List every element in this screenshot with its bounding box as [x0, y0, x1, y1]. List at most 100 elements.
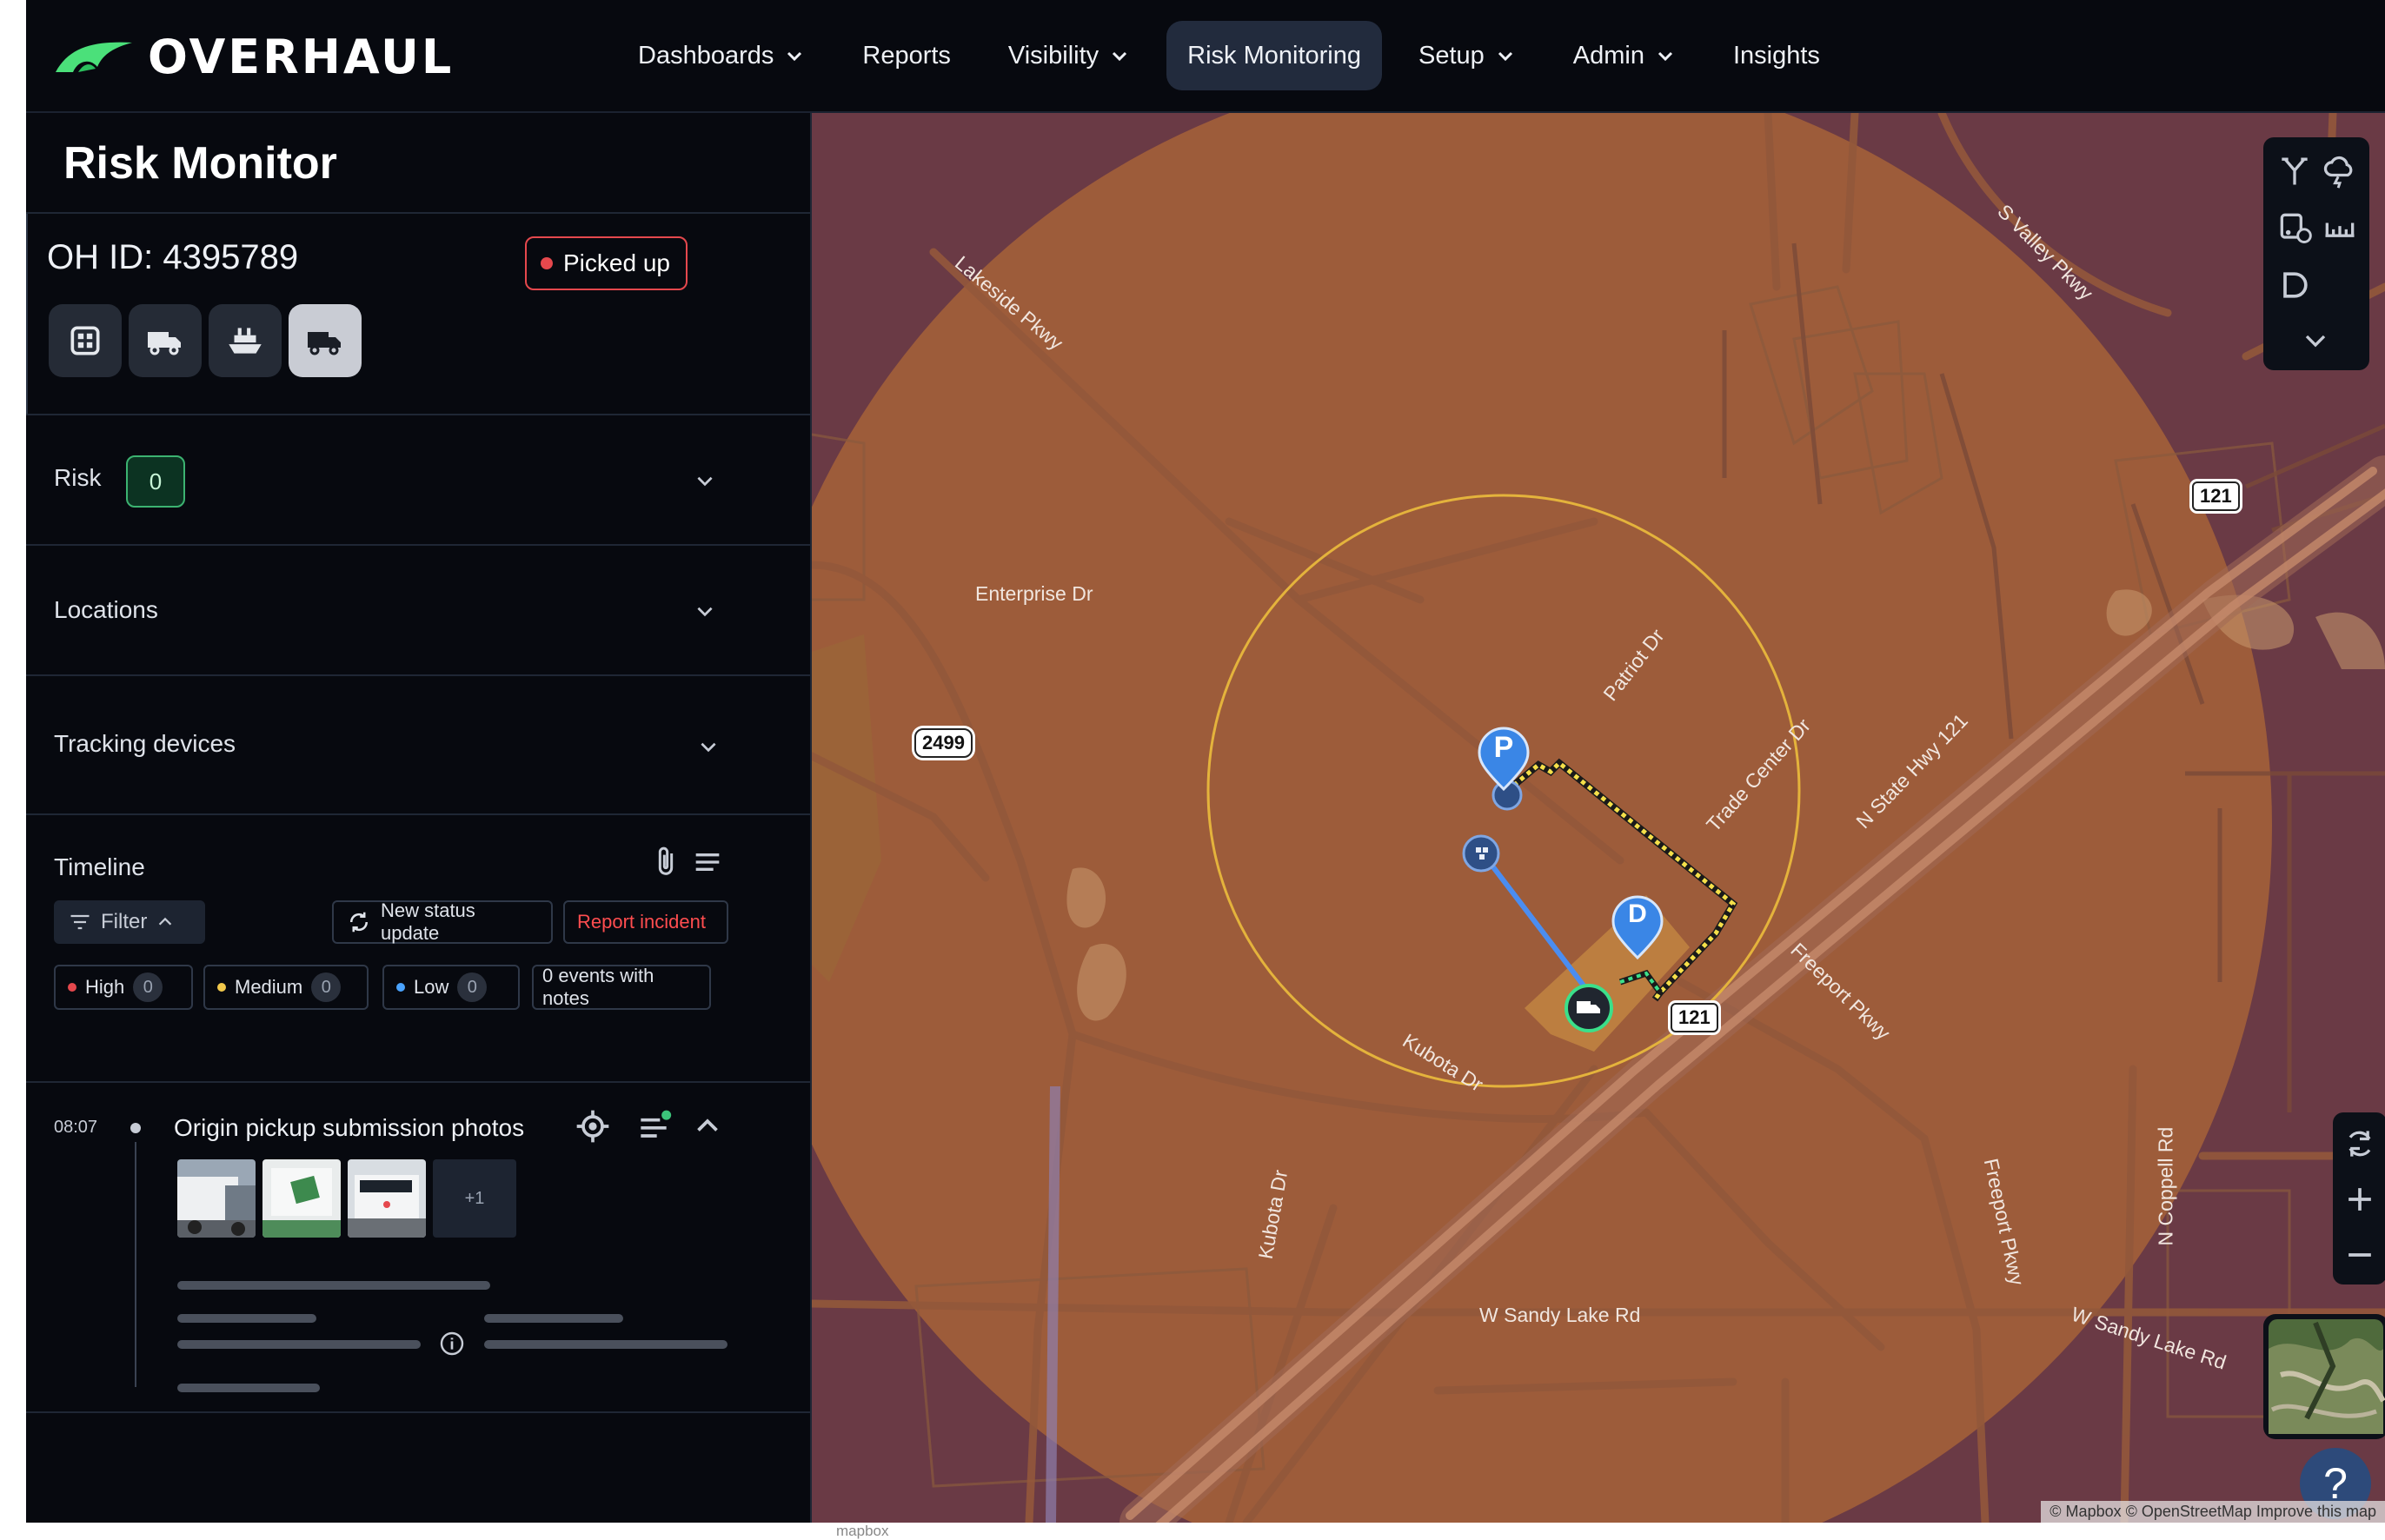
app-root: OVERHAUL Dashboards Reports Visibility Risk…	[26, 0, 2385, 1523]
street-label: N Coppell Rd	[2154, 1126, 2177, 1246]
loading-placeholder	[177, 1314, 316, 1323]
brand-name: OVERHAUL	[148, 29, 455, 84]
nav-item-visibility[interactable]: Visibility	[987, 21, 1151, 90]
locate-icon[interactable]	[574, 1107, 612, 1145]
photo-thumbnail[interactable]	[348, 1159, 426, 1238]
nav-item-setup[interactable]: Setup	[1398, 21, 1537, 90]
photo-thumbnail[interactable]	[177, 1159, 256, 1238]
ruler-icon[interactable]	[2321, 209, 2359, 247]
new-status-update-label: New status update	[380, 899, 475, 944]
locations-label: Locations	[54, 596, 158, 623]
risk-label: Risk	[54, 464, 102, 491]
risk-count-badge: 0	[126, 455, 185, 508]
risk-map[interactable]: P D Lakeside Pkwy Enterprise Dr S Valley…	[812, 113, 2385, 1523]
nav-item-insights[interactable]: Insights	[1712, 21, 1841, 90]
photo-thumbnail[interactable]	[262, 1159, 341, 1238]
highway-121-shield: 121	[1671, 1003, 1718, 1032]
nav-item-dashboards[interactable]: Dashboards	[617, 21, 826, 90]
severity-label: Medium	[235, 976, 303, 998]
chevron-down-icon[interactable]	[694, 469, 716, 492]
info-icon[interactable]	[438, 1330, 466, 1357]
severity-count: 0	[311, 972, 342, 1002]
truck-active-mode-button[interactable]	[289, 304, 362, 377]
severity-label: Low	[414, 976, 449, 998]
nav-item-label: Visibility	[1007, 41, 1099, 70]
nav-item-admin[interactable]: Admin	[1552, 21, 1697, 90]
timeline-title: Timeline	[54, 853, 145, 880]
main-nav: Dashboards Reports Visibility Risk Monitori…	[617, 21, 1857, 90]
severity-medium-chip[interactable]: Medium 0	[203, 965, 369, 1010]
truck-mode-button[interactable]	[129, 304, 202, 377]
overview-grid-button[interactable]	[49, 304, 122, 377]
divider	[26, 1081, 810, 1083]
report-incident-button[interactable]: Report incident	[563, 900, 728, 944]
street-label: W Sandy Lake Rd	[1479, 1304, 1641, 1326]
tracking-devices-section[interactable]: Tracking devices	[26, 676, 810, 807]
fm-2499-shield: 2499	[914, 728, 973, 758]
tracking-devices-label: Tracking devices	[54, 730, 236, 757]
trailer-photo-image	[262, 1159, 341, 1238]
risk-section[interactable]: Risk 0	[26, 415, 810, 546]
nav-item-label: Admin	[1572, 41, 1644, 70]
loading-placeholder	[484, 1340, 727, 1349]
status-badge[interactable]: Picked up	[525, 236, 688, 290]
photo-thumbnails: +1	[177, 1159, 516, 1238]
notes-icon[interactable]	[634, 1107, 673, 1145]
attachment-icon[interactable]	[648, 845, 683, 880]
route-fork-icon[interactable]	[2275, 151, 2314, 189]
nav-item-label: Setup	[1418, 41, 1485, 70]
zoom-out-icon[interactable]	[2341, 1236, 2379, 1274]
risk-monitor-panel: Risk Monitor OH ID: 4395789 Picked up Ri…	[26, 113, 812, 1523]
refresh-icon	[349, 912, 368, 933]
brand-logo[interactable]: OVERHAUL	[52, 26, 454, 87]
zoom-in-icon[interactable]	[2341, 1180, 2379, 1218]
chevron-down-icon[interactable]	[697, 735, 720, 758]
pickup-marker[interactable]: P	[1491, 731, 1517, 765]
status-dot	[541, 257, 553, 269]
list-icon[interactable]	[690, 845, 725, 880]
reset-view-icon[interactable]	[2341, 1125, 2379, 1163]
severity-label: High	[85, 976, 125, 998]
waypoint-icon	[1462, 834, 1500, 873]
severity-count: 0	[457, 972, 488, 1002]
delivery-layer-icon[interactable]	[2275, 266, 2314, 304]
severity-low-chip[interactable]: Low 0	[382, 965, 520, 1010]
filter-button[interactable]: Filter	[54, 900, 205, 944]
medium-dot	[217, 983, 226, 992]
weather-storm-icon[interactable]	[2321, 151, 2359, 189]
satellite-toggle[interactable]	[2263, 1314, 2385, 1439]
mapbox-logo: mapbox	[836, 1523, 889, 1539]
chevron-down-icon[interactable]	[694, 600, 716, 622]
ship-mode-button[interactable]	[209, 304, 282, 377]
transport-mode-buttons	[49, 304, 362, 377]
page-title: Risk Monitor	[63, 138, 337, 189]
chevron-down-icon	[1498, 51, 1512, 62]
truck-photo-image	[177, 1159, 256, 1238]
locations-section[interactable]: Locations	[26, 546, 810, 676]
divider	[26, 1411, 810, 1413]
severity-high-chip[interactable]: High 0	[54, 965, 193, 1010]
street-label: Enterprise Dr	[975, 582, 1093, 605]
traffic-icon[interactable]	[2275, 209, 2314, 247]
delivery-marker[interactable]: D	[1624, 899, 1651, 929]
timeline-event: 08:07 Origin pickup submission photos +1	[26, 1086, 810, 1417]
nav-item-label: Reports	[862, 41, 951, 70]
events-with-notes-label: 0 events with notes	[542, 965, 654, 1009]
ship-icon	[229, 328, 262, 354]
filter-icon	[70, 914, 90, 930]
event-time: 08:07	[54, 1118, 98, 1137]
chevron-up-icon[interactable]	[692, 1111, 723, 1142]
nav-item-reports[interactable]: Reports	[841, 21, 972, 90]
high-dot	[68, 983, 76, 992]
nav-item-risk-monitoring[interactable]: Risk Monitoring	[1166, 21, 1382, 90]
report-incident-label: Report incident	[577, 911, 706, 933]
timeline-dot	[130, 1123, 141, 1133]
more-photos-button[interactable]: +1	[433, 1159, 516, 1238]
chevron-down-icon[interactable]	[2298, 323, 2333, 358]
map-layer-controls	[2263, 137, 2369, 370]
severity-count: 0	[133, 972, 163, 1002]
new-status-update-button[interactable]: New status update	[332, 899, 553, 944]
map-attribution[interactable]: © Mapbox © OpenStreetMap Improve this ma…	[2041, 1501, 2385, 1523]
filter-label: Filter	[101, 910, 148, 933]
events-with-notes-chip[interactable]: 0 events with notes	[532, 965, 711, 1010]
